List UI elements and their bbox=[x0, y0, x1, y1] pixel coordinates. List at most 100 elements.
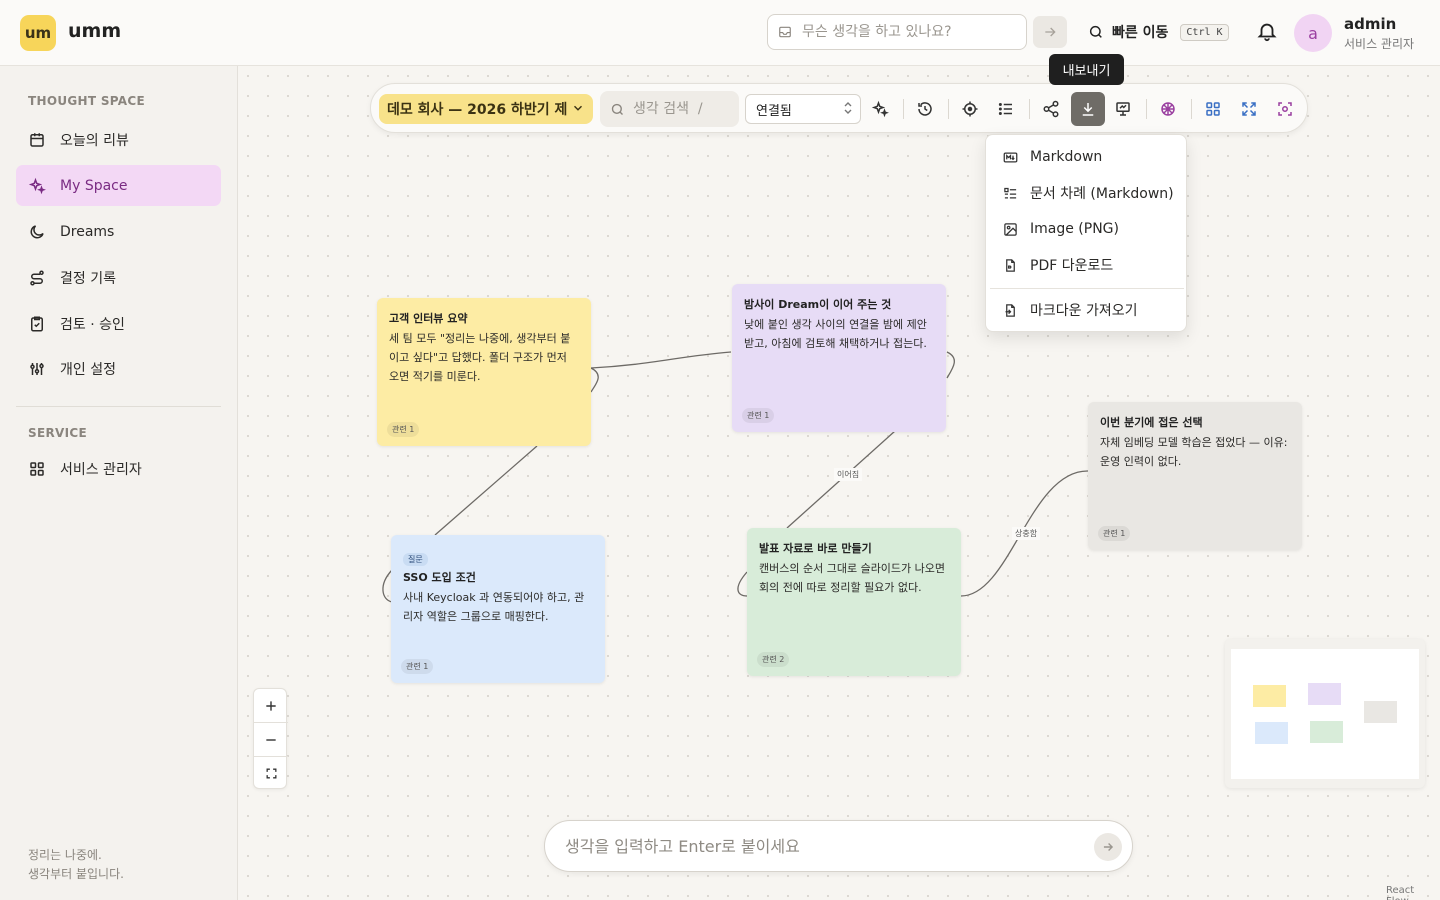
minimap[interactable] bbox=[1225, 639, 1425, 788]
toolbar-divider bbox=[1191, 99, 1192, 119]
download-icon bbox=[1082, 103, 1094, 116]
shortcut-badge: Ctrl K bbox=[1180, 23, 1229, 41]
focus-button[interactable] bbox=[955, 94, 985, 124]
node-title: 밤사이 Dream이 이어 주는 것 bbox=[744, 298, 892, 311]
zoom-in-button[interactable] bbox=[254, 689, 288, 722]
node-related-badge[interactable]: 관련 1 bbox=[387, 422, 420, 437]
thought-node[interactable]: 발표 자료로 바로 만들기 캔버스의 순서 그대로 슬라이드가 나오면 회의 전… bbox=[747, 528, 961, 676]
quick-send-button[interactable] bbox=[1033, 16, 1067, 48]
chevron-down-icon bbox=[574, 105, 582, 111]
edge-label-connected[interactable]: 이어짐 bbox=[834, 468, 863, 481]
brand-name: umm bbox=[68, 20, 122, 42]
clipboard-check-icon bbox=[31, 316, 43, 331]
sidebar-tagline: 정리는 나중에. 생각부터 붙입니다. bbox=[28, 846, 124, 884]
top-bar: um umm 빠른 이동 Ctrl K a admin 서비스 관리자 bbox=[0, 0, 1440, 66]
sidebar-divider bbox=[16, 406, 221, 407]
brain-icon bbox=[1161, 102, 1175, 116]
history-icon bbox=[918, 102, 932, 116]
export-pdf-item[interactable]: PDF 다운로드 bbox=[990, 248, 1184, 282]
expand-icon bbox=[1242, 102, 1256, 116]
brain-button[interactable] bbox=[1153, 94, 1183, 124]
minimap-node bbox=[1310, 721, 1343, 743]
toolbar-divider bbox=[1146, 99, 1147, 119]
node-body: 캔버스의 순서 그대로 슬라이드가 나오면 회의 전에 따로 정리할 필요가 없… bbox=[759, 562, 946, 594]
thought-node[interactable]: 밤사이 Dream이 이어 주는 것 낮에 붙인 생각 사이의 연결을 밤에 제… bbox=[732, 284, 946, 432]
react-flow-attribution[interactable]: React Flow bbox=[1386, 885, 1440, 900]
sidebar-item-settings[interactable]: 개인 설정 bbox=[16, 348, 221, 389]
sidebar-item-label: 서비스 관리자 bbox=[60, 461, 142, 478]
thought-search-input[interactable] bbox=[633, 101, 723, 117]
node-related-badge[interactable]: 관련 1 bbox=[742, 408, 775, 423]
sidebar-item-review-approval[interactable]: 검토 · 승인 bbox=[16, 303, 221, 344]
sidebar-item-label: My Space bbox=[60, 177, 128, 194]
sparkles-icon bbox=[28, 177, 46, 194]
sidebar-item-decisions[interactable]: 결정 기록 bbox=[16, 257, 221, 298]
share-button[interactable] bbox=[1036, 94, 1066, 124]
sidebar-item-my-space[interactable]: My Space bbox=[16, 165, 221, 206]
list-icon bbox=[998, 103, 1012, 115]
node-title: 이번 분기에 접은 선택 bbox=[1100, 416, 1203, 429]
menu-item-label: PDF 다운로드 bbox=[1030, 258, 1114, 274]
edge-label-conflict[interactable]: 상충함 bbox=[1012, 527, 1041, 540]
space-selector[interactable]: 데모 회사 — 2026 하반기 제 bbox=[379, 94, 593, 124]
zoom-out-button[interactable] bbox=[254, 723, 288, 756]
expand-button[interactable] bbox=[1234, 94, 1264, 124]
node-title: 고객 인터뷰 요약 bbox=[389, 312, 468, 325]
user-role: 서비스 관리자 bbox=[1344, 37, 1415, 51]
search-icon bbox=[1089, 25, 1102, 38]
fit-view-button[interactable] bbox=[1270, 94, 1300, 124]
import-markdown-item[interactable]: 마크다운 가져오기 bbox=[990, 293, 1184, 327]
export-markdown-item[interactable]: Markdown bbox=[990, 140, 1184, 174]
scan-icon bbox=[1278, 102, 1292, 116]
sidebar-item-dreams[interactable]: Dreams bbox=[16, 211, 221, 252]
node-related-badge[interactable]: 관련 1 bbox=[401, 659, 434, 674]
quick-thought-input-box[interactable] bbox=[767, 14, 1027, 50]
ai-suggest-button[interactable] bbox=[865, 94, 895, 124]
space-name: 데모 회사 — 2026 하반기 제 bbox=[387, 102, 568, 118]
crosshair-icon bbox=[962, 101, 978, 117]
plus-icon bbox=[266, 700, 276, 711]
sidebar-item-label: 결정 기록 bbox=[60, 270, 116, 287]
export-outline-item[interactable]: 문서 차례 (Markdown) bbox=[990, 176, 1184, 210]
history-button[interactable] bbox=[910, 94, 940, 124]
node-body: 낮에 붙인 생각 사이의 연결을 밤에 제안받고, 아침에 검토해 채택하거나 … bbox=[744, 318, 927, 350]
filter-select[interactable]: 연결됨 bbox=[745, 94, 861, 124]
thought-composer-input[interactable] bbox=[565, 836, 1065, 856]
thought-node[interactable]: 질문 SSO 도입 조건 사내 Keycloak 과 연동되어야 하고, 관리자… bbox=[391, 535, 605, 683]
grid-view-button[interactable] bbox=[1198, 94, 1228, 124]
logo[interactable]: um bbox=[20, 15, 56, 51]
quick-thought-input[interactable] bbox=[802, 24, 1022, 40]
tagline-line: 정리는 나중에. bbox=[28, 848, 102, 862]
list-view-button[interactable] bbox=[991, 94, 1021, 124]
presentation-button[interactable] bbox=[1108, 94, 1138, 124]
avatar[interactable]: a bbox=[1294, 14, 1332, 52]
thought-node[interactable]: 이번 분기에 접은 선택 자체 임베딩 모델 학습은 접었다 — 이유: 운영 … bbox=[1088, 402, 1302, 550]
node-related-badge[interactable]: 관련 1 bbox=[1098, 526, 1131, 541]
moon-icon bbox=[30, 224, 44, 238]
minimap-node bbox=[1308, 683, 1341, 705]
thought-search-box[interactable] bbox=[600, 91, 739, 127]
thought-composer[interactable] bbox=[544, 820, 1133, 872]
arrow-right-icon bbox=[1103, 843, 1114, 851]
route-icon bbox=[30, 270, 44, 285]
sidebar-item-review[interactable]: 오늘의 리뷰 bbox=[16, 119, 221, 160]
node-related-badge[interactable]: 관련 2 bbox=[757, 652, 790, 667]
menu-item-label: Image (PNG) bbox=[1030, 221, 1119, 237]
export-png-item[interactable]: Image (PNG) bbox=[990, 212, 1184, 246]
bell-icon[interactable] bbox=[1256, 20, 1278, 42]
sidebar-item-service-admin[interactable]: 서비스 관리자 bbox=[16, 448, 221, 489]
toolbar-divider bbox=[948, 99, 949, 119]
toolbar-divider bbox=[903, 99, 904, 119]
export-menu: Markdown 문서 차례 (Markdown) Image (PNG) PD… bbox=[985, 134, 1187, 332]
fit-view-zoom-button[interactable] bbox=[254, 757, 288, 790]
minimap-node bbox=[1364, 701, 1397, 723]
section-title-service: SERVICE bbox=[28, 426, 87, 440]
sparkles-icon bbox=[871, 100, 889, 118]
sidebar-item-label: Dreams bbox=[60, 223, 115, 240]
composer-send-button[interactable] bbox=[1094, 833, 1122, 861]
quick-move-button[interactable]: 빠른 이동 Ctrl K bbox=[1088, 20, 1229, 44]
export-button[interactable] bbox=[1071, 92, 1105, 126]
section-title-thought: THOUGHT SPACE bbox=[28, 94, 145, 108]
export-tooltip: 내보내기 bbox=[1049, 54, 1124, 85]
thought-node[interactable]: 고객 인터뷰 요약 세 팀 모두 "정리는 나중에, 생각부터 붙이고 싶다"고… bbox=[377, 298, 591, 446]
